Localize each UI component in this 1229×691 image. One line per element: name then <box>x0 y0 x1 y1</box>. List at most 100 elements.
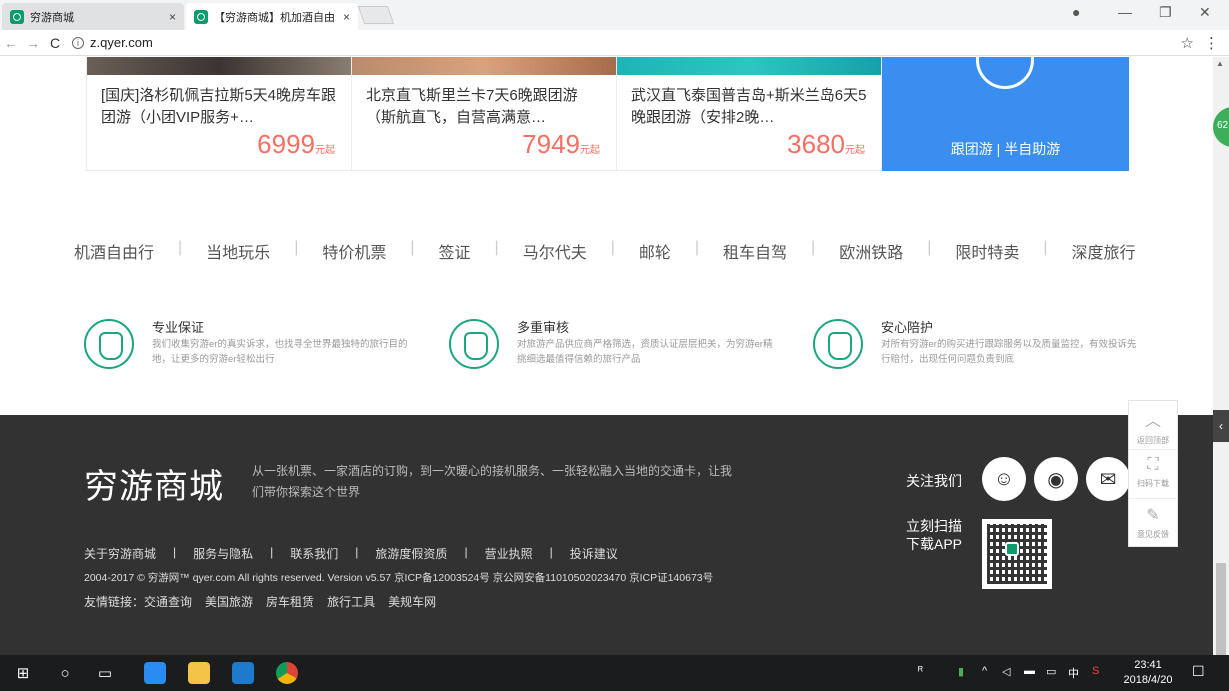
feedback-button[interactable]: ✎ 意见反馈 <box>1129 499 1177 548</box>
footer-link[interactable]: 投诉建议 <box>570 545 618 562</box>
category-link[interactable]: 机酒自由行 <box>74 239 154 263</box>
scrollbar-thumb[interactable] <box>1216 563 1226 655</box>
windows-start-icon[interactable]: ⊞ <box>8 655 38 691</box>
tab-close-icon[interactable]: × <box>169 10 176 24</box>
page-content: [国庆]洛杉矶佩吉拉斯5天4晚房车跟团游（小团VIP服务+… 6999元起 北京… <box>0 57 1213 655</box>
tab-close-icon[interactable]: × <box>343 10 350 24</box>
tab-title: 【穷游商城】机加酒自由 <box>214 11 335 24</box>
kugou-app-icon[interactable] <box>142 655 168 691</box>
new-tab-button[interactable] <box>357 6 395 24</box>
clock[interactable]: 23:41 2018/4/20 <box>1120 658 1176 688</box>
price-value: 6999 <box>257 129 315 159</box>
friend-link[interactable]: 旅行工具 <box>327 593 375 610</box>
footer-link[interactable]: 联系我们 <box>290 545 338 562</box>
ime-indicator[interactable]: 中 <box>1068 665 1079 681</box>
wechat-icon[interactable]: ☺ <box>982 457 1026 501</box>
qyer-favicon <box>10 9 24 24</box>
category-link[interactable]: 限时特卖 <box>955 239 1019 263</box>
category-link[interactable]: 签证 <box>439 239 471 263</box>
friend-links: 友情链接： 交通查询 美国旅游 房车租赁 旅行工具 美规车网 <box>84 593 436 610</box>
category-link[interactable]: 马尔代夫 <box>523 239 587 263</box>
back-to-top-button[interactable]: ︿ 返回顶部 <box>1129 401 1177 450</box>
heart-hands-icon <box>813 319 863 369</box>
sogou-icon[interactable]: S <box>1092 665 1099 677</box>
people-icon[interactable]: ᴿ <box>918 665 923 677</box>
category-link[interactable]: 租车自驾 <box>723 239 787 263</box>
promo-banner[interactable]: 跟团游 | 半自助游 <box>882 57 1129 171</box>
arrow-circle-icon <box>976 57 1034 89</box>
link-separator: | <box>549 545 553 559</box>
tab-qyer-flight-hotel[interactable]: 【穷游商城】机加酒自由 × <box>186 3 358 30</box>
product-price: 7949元起 <box>522 129 600 160</box>
date: 2018/4/20 <box>1123 674 1173 686</box>
side-collapse-tab[interactable]: ‹ <box>1213 410 1229 442</box>
bookmark-star-icon[interactable]: ☆ <box>1181 34 1194 52</box>
chevron-up-icon: ︿ <box>1144 413 1161 430</box>
file-explorer-icon[interactable] <box>186 655 212 691</box>
notification-icon[interactable]: ☐ <box>1192 663 1205 680</box>
edit-icon: ✎ <box>1146 507 1160 524</box>
nav-separator: | <box>178 239 183 256</box>
weibo-icon[interactable]: ◉ <box>1034 457 1078 501</box>
feature-title: 安心陪护 <box>881 320 934 335</box>
volume-icon[interactable]: ◁ <box>1002 665 1010 678</box>
footer-link[interactable]: 营业执照 <box>485 545 533 562</box>
task-view-icon[interactable]: ▭ <box>92 655 118 691</box>
product-card[interactable]: 北京直飞斯里兰卡7天6晚跟团游（斯航直飞，自营高满意… 7949元起 <box>351 57 617 171</box>
keyboard-icon[interactable]: ▬ <box>1024 665 1035 677</box>
product-card[interactable]: [国庆]洛杉矶佩吉拉斯5天4晚房车跟团游（小团VIP服务+… 6999元起 <box>86 57 352 171</box>
scroll-up-icon[interactable]: ▲ <box>1216 59 1224 68</box>
maximize-icon[interactable]: ❐ <box>1159 4 1172 21</box>
footer-slogan: 从一张机票、一家酒店的订购，到一次暖心的接机服务、一张轻松融入当地的交通卡，让我… <box>252 464 733 499</box>
category-link[interactable]: 邮轮 <box>639 239 671 263</box>
scan-download-button[interactable]: ⛶ 扫码下载 <box>1129 450 1177 499</box>
friend-link[interactable]: 交通查询 <box>144 593 192 610</box>
footer-link[interactable]: 关于穷游商城 <box>84 545 156 562</box>
minimize-icon[interactable]: — <box>1118 4 1132 20</box>
category-link[interactable]: 当地玩乐 <box>206 239 270 263</box>
reload-icon[interactable]: C <box>44 35 66 51</box>
url-text: z.qyer.com <box>90 35 153 50</box>
footer-brand: 穷游商城 <box>84 468 224 506</box>
footer-link[interactable]: 旅游度假资质 <box>375 545 447 562</box>
product-card[interactable]: 武汉直飞泰国普吉岛+斯米兰岛6天5晚跟团游（安排2晚… 3680元起 <box>616 57 882 171</box>
feature-care: 安心陪护 对所有穷游er的购买进行跟踪服务以及质量监控，有效投诉先行赔付，出现任… <box>813 315 1136 375</box>
menu-icon[interactable]: ⋮ <box>1204 34 1219 52</box>
vscode-icon[interactable] <box>230 655 256 691</box>
mail-icon[interactable]: ✉ <box>1086 457 1130 501</box>
category-link[interactable]: 欧洲铁路 <box>839 239 903 263</box>
friend-link[interactable]: 房车租赁 <box>266 593 314 610</box>
nav-separator: | <box>610 239 615 256</box>
back-icon[interactable]: ← <box>0 35 22 51</box>
site-info-icon[interactable]: i <box>72 36 84 49</box>
product-title[interactable]: [国庆]洛杉矶佩吉拉斯5天4晚房车跟团游（小团VIP服务+… <box>101 85 337 129</box>
friend-link[interactable]: 美国旅游 <box>205 593 253 610</box>
footer-links: 关于穷游商城 | 服务与隐私 | 联系我们 | 旅游度假资质 | 营业执照 | 投诉建议 <box>84 545 618 562</box>
category-link[interactable]: 深度旅行 <box>1072 239 1136 263</box>
page-scrollbar[interactable]: ▲ <box>1213 57 1229 655</box>
category-link[interactable]: 特价机票 <box>322 239 386 263</box>
tab-title: 穷游商城 <box>30 11 74 24</box>
scan-icon: ⛶ <box>1147 456 1159 473</box>
nav-separator: | <box>410 239 415 256</box>
battery-icon[interactable]: ▮ <box>958 665 964 678</box>
product-title[interactable]: 北京直飞斯里兰卡7天6晚跟团游（斯航直飞，自营高满意… <box>366 85 602 129</box>
close-window-icon[interactable]: ✕ <box>1199 4 1211 21</box>
side-label: 返回顶部 <box>1137 436 1169 445</box>
chrome-icon[interactable] <box>274 655 300 691</box>
chevron-up-icon[interactable]: ^ <box>982 665 987 677</box>
friend-link[interactable]: 美规车网 <box>388 593 436 610</box>
footer-link[interactable]: 服务与隐私 <box>193 545 253 562</box>
feature-desc: 对旅游产品供应商严格筛选，资质认证层层把关，为穷游er精挑细选最值得信赖的旅行产… <box>517 339 773 365</box>
search-circle-icon[interactable]: ○ <box>52 655 78 691</box>
account-icon[interactable]: ● <box>1072 4 1080 20</box>
tab-qyer-mall[interactable]: 穷游商城 × <box>2 3 184 30</box>
nav-separator: | <box>294 239 299 256</box>
product-image <box>617 57 881 75</box>
address-bar[interactable]: i z.qyer.com <box>72 35 1181 50</box>
network-icon[interactable]: ▭ <box>1046 665 1056 678</box>
product-title[interactable]: 武汉直飞泰国普吉岛+斯米兰岛6天5晚跟团游（安排2晚… <box>631 85 867 129</box>
browser-toolbar: ← → C i z.qyer.com ☆ ⋮ <box>0 30 1229 56</box>
guide-icon <box>84 319 134 369</box>
forward-icon[interactable]: → <box>22 35 44 51</box>
